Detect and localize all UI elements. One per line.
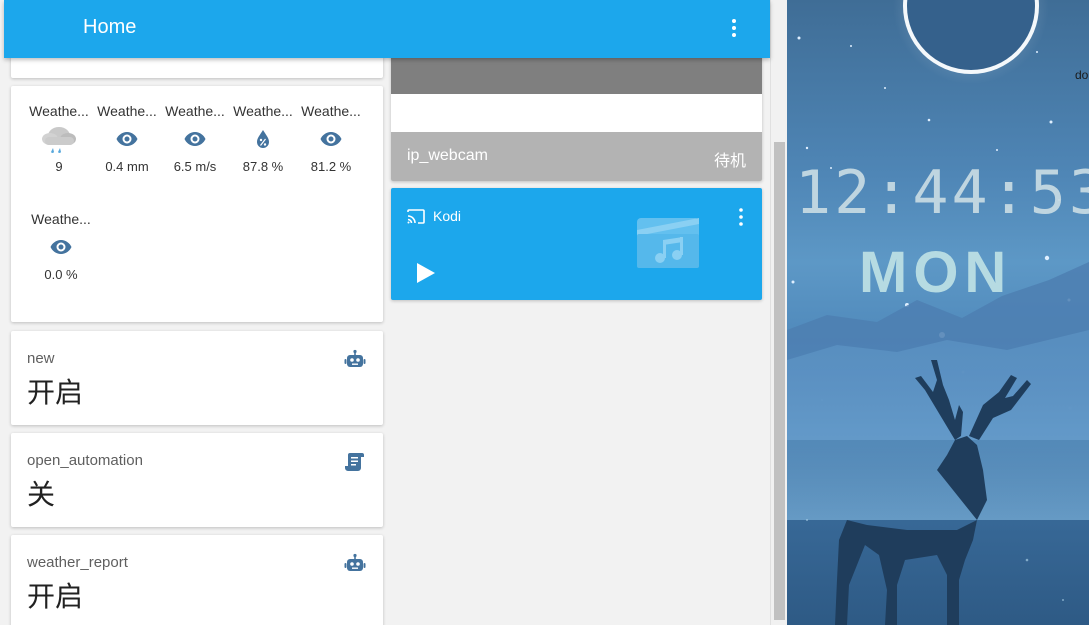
corner-text: do (1075, 68, 1089, 82)
entity-state: 开启 (27, 376, 84, 409)
script-icon (345, 453, 364, 471)
wallpaper-panel: 12:44:53 MON do (787, 0, 1089, 625)
weather-item[interactable]: Weathe... 0.0 % (27, 211, 95, 282)
entity-name: weather_report (27, 554, 128, 571)
camera-footer: ip_webcam 待机 (391, 132, 762, 181)
weather-item-name: Weathe... (97, 103, 157, 119)
weather-item-value: 0.4 mm (105, 159, 149, 174)
eye-icon (50, 240, 72, 254)
eye-icon (320, 132, 342, 146)
wallpaper-art (787, 0, 1089, 625)
entity-state: 关 (27, 478, 56, 511)
weather-item-name: Weathe... (29, 103, 89, 119)
movie-music-icon (637, 218, 699, 268)
entity-state: 开启 (27, 580, 84, 613)
app-toolbar: Home (4, 0, 770, 58)
weather-item[interactable]: Weathe... 6.5 m/s (161, 103, 229, 174)
rain-cloud-icon (42, 127, 76, 154)
eye-icon (184, 132, 206, 146)
weather-item-name: Weathe... (165, 103, 225, 119)
weather-item-value: 87.8 % (242, 159, 284, 174)
clock-day: MON (859, 240, 1013, 305)
weather-item-value: 81.2 % (310, 159, 352, 174)
weather-item-name: Weathe... (301, 103, 361, 119)
weather-item-value: 9 (55, 159, 63, 174)
camera-state: 待机 (713, 151, 746, 170)
media-player-card: Kodi (391, 188, 762, 300)
entity-card-new[interactable]: new 开启 (11, 331, 383, 425)
robot-icon (344, 349, 366, 367)
scrollbar-thumb[interactable] (774, 142, 785, 620)
water-percent-icon (257, 130, 269, 148)
weather-item-name: Weathe... (233, 103, 293, 119)
clock-time: 12:44:53 (795, 158, 1089, 228)
entity-name: new (27, 350, 55, 367)
weather-item[interactable]: Weathe... 9 (25, 103, 93, 174)
scrollbar-track[interactable] (770, 0, 787, 625)
eye-icon (116, 132, 138, 146)
entity-card-weather-report[interactable]: weather_report 开启 (11, 535, 383, 625)
weather-item[interactable]: Weathe... 81.2 % (297, 103, 365, 174)
entity-card-open-automation[interactable]: open_automation 关 (11, 433, 383, 527)
entity-name: open_automation (27, 452, 143, 469)
camera-card[interactable]: ip_webcam 待机 (391, 40, 762, 181)
weather-item-value: 0.0 % (44, 267, 78, 282)
page-title: Home (83, 16, 137, 38)
robot-icon (344, 553, 366, 571)
weather-item[interactable]: Weathe... 87.8 % (229, 103, 297, 174)
camera-name: ip_webcam (407, 147, 488, 164)
cast-icon (407, 209, 425, 224)
weather-item-value: 6.5 m/s (173, 159, 217, 174)
weather-item-name: Weathe... (31, 211, 91, 227)
weather-card: Weathe... 9 Weathe... 0.4 mm Weathe... 6… (11, 86, 383, 322)
play-icon[interactable] (415, 261, 437, 285)
weather-item[interactable]: Weathe... 0.4 mm (93, 103, 161, 174)
media-player-name: Kodi (433, 208, 462, 224)
more-vertical-icon[interactable] (734, 207, 748, 227)
more-vertical-icon[interactable] (726, 17, 742, 39)
